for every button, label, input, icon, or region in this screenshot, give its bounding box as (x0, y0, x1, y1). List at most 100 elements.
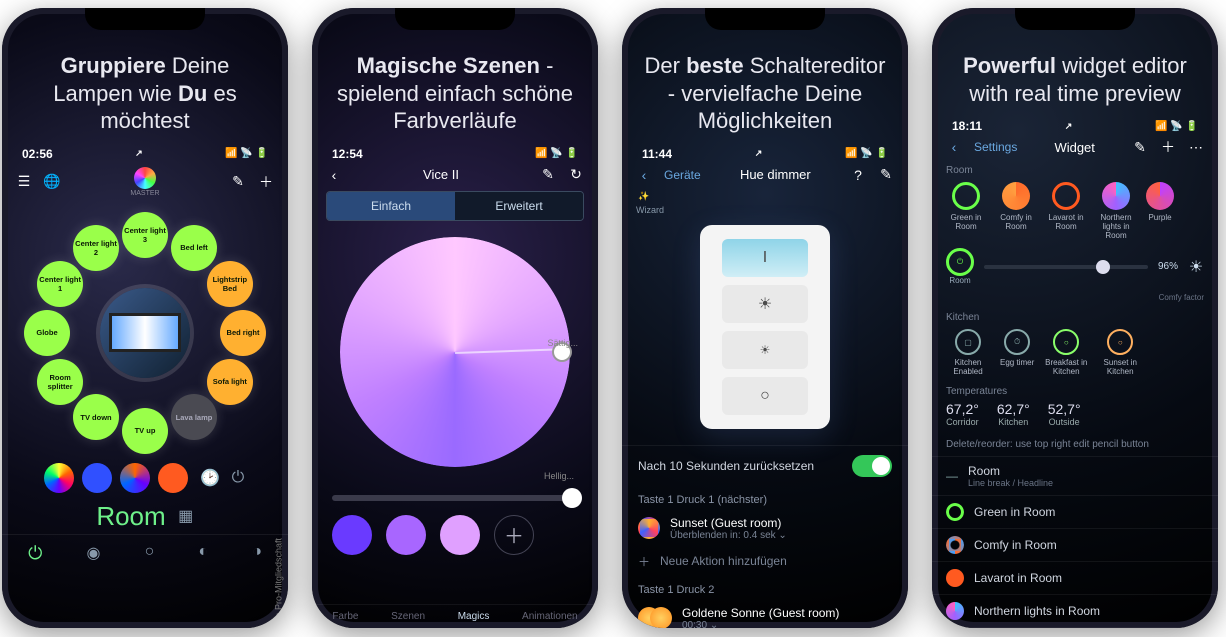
chevron-down-icon[interactable]: ⌄ (710, 620, 718, 629)
widget-scene-lavarot-in-room[interactable]: Lavarot in Room (1046, 182, 1086, 240)
palette-swatch-1[interactable] (82, 463, 112, 493)
status-icons: 📶 📡 🔋 (1155, 121, 1198, 132)
dimmer-switch-preview: I ☀ ☀ ○ (700, 225, 830, 429)
grid-icon[interactable]: ▦ (178, 508, 194, 524)
widget-list-item[interactable]: Northern lights in Room (932, 594, 1218, 627)
lamp-sofa-light[interactable]: Sofa light (207, 359, 253, 405)
menu-icon[interactable]: ☰ (16, 174, 32, 190)
master-button[interactable]: MASTER (60, 167, 230, 197)
lamp-globe[interactable]: Globe (24, 310, 70, 356)
tab-szenen[interactable]: Szenen (391, 611, 425, 622)
widget-list-item[interactable]: —RoomLine break / Headline (932, 456, 1218, 495)
add-swatch-button[interactable]: ＋ (494, 515, 534, 555)
palette-swatch-0[interactable] (44, 463, 74, 493)
widget-scene-northern-lights-in-room[interactable]: Northern lights in Room (1096, 182, 1136, 240)
kitchen-item-kitchen-enabled[interactable]: ▢Kitchen Enabled (946, 329, 990, 376)
power-small-icon[interactable]: ⏻ (230, 470, 246, 486)
scene-sunset-row[interactable]: Sunset (Guest room) Überblenden in: 0.4 … (622, 510, 908, 547)
widget-list-item[interactable]: Green in Room (932, 495, 1218, 528)
add-action-row-1[interactable]: ＋ Neue Aktion hinzufügen (622, 547, 908, 576)
widget-list-item[interactable]: Comfy in Room (932, 528, 1218, 561)
widget-scene-comfy-in-room[interactable]: Comfy in Room (996, 182, 1036, 240)
widget-list-item[interactable]: Lavarot in Room (932, 561, 1218, 594)
room-preview[interactable] (100, 288, 190, 378)
status-icons: 📶 📡 🔋 (535, 148, 578, 159)
edit-icon[interactable]: ✎ (230, 174, 246, 190)
back-icon[interactable]: ‹ (326, 167, 342, 183)
help-icon[interactable]: ? (850, 167, 866, 183)
reset-after-10s-row[interactable]: Nach 10 Sekunden zurücksetzen (622, 445, 908, 486)
tab5-icon[interactable]: ◑ (252, 543, 262, 564)
wizard-label[interactable]: Wizard (636, 205, 894, 215)
tab3-icon[interactable]: ○ (145, 543, 155, 564)
status-bar: 12:54 📶 📡 🔋 (312, 143, 598, 163)
tab-animationen[interactable]: Animationen (522, 611, 578, 622)
dimmer-off-button[interactable]: ○ (722, 377, 808, 415)
brightness-slider[interactable] (332, 495, 578, 501)
lamp-lava-lamp[interactable]: Lava lamp (171, 394, 217, 440)
widget-list-item[interactable]: Purple⧉ (932, 627, 1218, 628)
widget-scene-purple[interactable]: Purple (1146, 182, 1174, 240)
clock-icon[interactable]: 🕑 (202, 470, 218, 486)
lamp-center-light-3[interactable]: Center light 3 (122, 212, 168, 258)
color-wheel[interactable]: Sättig... (340, 237, 570, 467)
status-bar: 11:44↗ 📶 📡 🔋 (622, 143, 908, 163)
dimmer-brighter-button[interactable]: ☀ (722, 285, 808, 323)
lamp-center-light-1[interactable]: Center light 1 (37, 261, 83, 307)
lamp-bed-left[interactable]: Bed left (171, 225, 217, 271)
tab-einfach[interactable]: Einfach (327, 192, 455, 220)
lamp-tv-up[interactable]: TV up (122, 408, 168, 454)
pro-sidenote: Gruppenansicht in Pro-Mitgliedschaft (274, 538, 284, 628)
power-tab-icon[interactable]: ⏻ (28, 543, 42, 564)
color-swatch-0[interactable] (332, 515, 372, 555)
status-time: 02:56 (22, 147, 53, 161)
tab2-icon[interactable]: ◉ (86, 543, 100, 564)
edit-icon[interactable]: ✎ (540, 167, 556, 183)
screenshot-1: Gruppiere Deine Lampen wie Du es möchtes… (2, 8, 288, 628)
brightness-label: Hellig... (544, 471, 574, 481)
add-icon[interactable]: ＋ (258, 174, 274, 190)
back-label[interactable]: Settings (974, 140, 1017, 154)
tab-farbe[interactable]: Farbe (332, 611, 358, 622)
reset-toggle[interactable] (852, 455, 892, 477)
back-icon[interactable]: ‹ (946, 139, 962, 155)
lamp-room-splitter[interactable]: Room splitter (37, 359, 83, 405)
add-icon[interactable]: ＋ (1160, 139, 1176, 155)
scene-sunset-icon (638, 517, 660, 539)
kitchen-item-sunset-in-kitchen[interactable]: ○Sunset in Kitchen (1098, 329, 1142, 376)
room-label[interactable]: Room (96, 501, 165, 532)
refresh-icon[interactable]: ↻ (568, 167, 584, 183)
edit-icon[interactable]: ✎ (878, 167, 894, 183)
lamp-lightstrip-bed[interactable]: Lightstrip Bed (207, 261, 253, 307)
wizard-icon[interactable]: ✨ (636, 189, 652, 205)
list-item-label: Green in Room (974, 505, 1055, 519)
dimmer-dimmer-button[interactable]: ☀ (722, 331, 808, 369)
back-label[interactable]: Geräte (664, 168, 701, 182)
comfy-label: Comfy factor (932, 293, 1218, 306)
globe-icon[interactable]: 🌐 (44, 174, 60, 190)
room-brightness-slider[interactable] (984, 265, 1148, 269)
color-swatch-1[interactable] (386, 515, 426, 555)
edit-icon[interactable]: ✎ (1132, 139, 1148, 155)
back-icon[interactable]: ‹ (636, 167, 652, 183)
headline-4: Powerful widget editor with real time pr… (932, 8, 1218, 115)
kitchen-item-breakfast-in-kitchen[interactable]: ○Breakfast in Kitchen (1044, 329, 1088, 376)
palette-swatch-3[interactable] (158, 463, 188, 493)
dimmer-on-button[interactable]: I (722, 239, 808, 277)
kitchen-item-egg-timer[interactable]: ⏱Egg timer (1000, 329, 1034, 376)
color-swatch-2[interactable] (440, 515, 480, 555)
lamp-bed-right[interactable]: Bed right (220, 310, 266, 356)
tab-erweitert[interactable]: Erweitert (455, 192, 583, 220)
more-icon[interactable]: ⋯ (1188, 139, 1204, 155)
lamp-center-light-2[interactable]: Center light 2 (73, 225, 119, 271)
scene-goldene-sonne-row[interactable]: Goldene Sonne (Guest room) 00:30 ⌄ (622, 600, 908, 629)
chevron-down-icon[interactable]: ⌄ (778, 530, 786, 541)
lamp-tv-down[interactable]: TV down (73, 394, 119, 440)
palette-swatch-2[interactable] (120, 463, 150, 493)
room-power-button[interactable]: ⏻ (946, 248, 974, 276)
tab-magics[interactable]: Magics (458, 611, 490, 622)
sun-icon[interactable]: ☀ (1188, 259, 1204, 275)
widget-scene-green-in-room[interactable]: Green in Room (946, 182, 986, 240)
widget-item-list: —RoomLine break / Headline Green in Room C… (932, 456, 1218, 628)
tab4-icon[interactable]: ◐ (198, 543, 208, 564)
